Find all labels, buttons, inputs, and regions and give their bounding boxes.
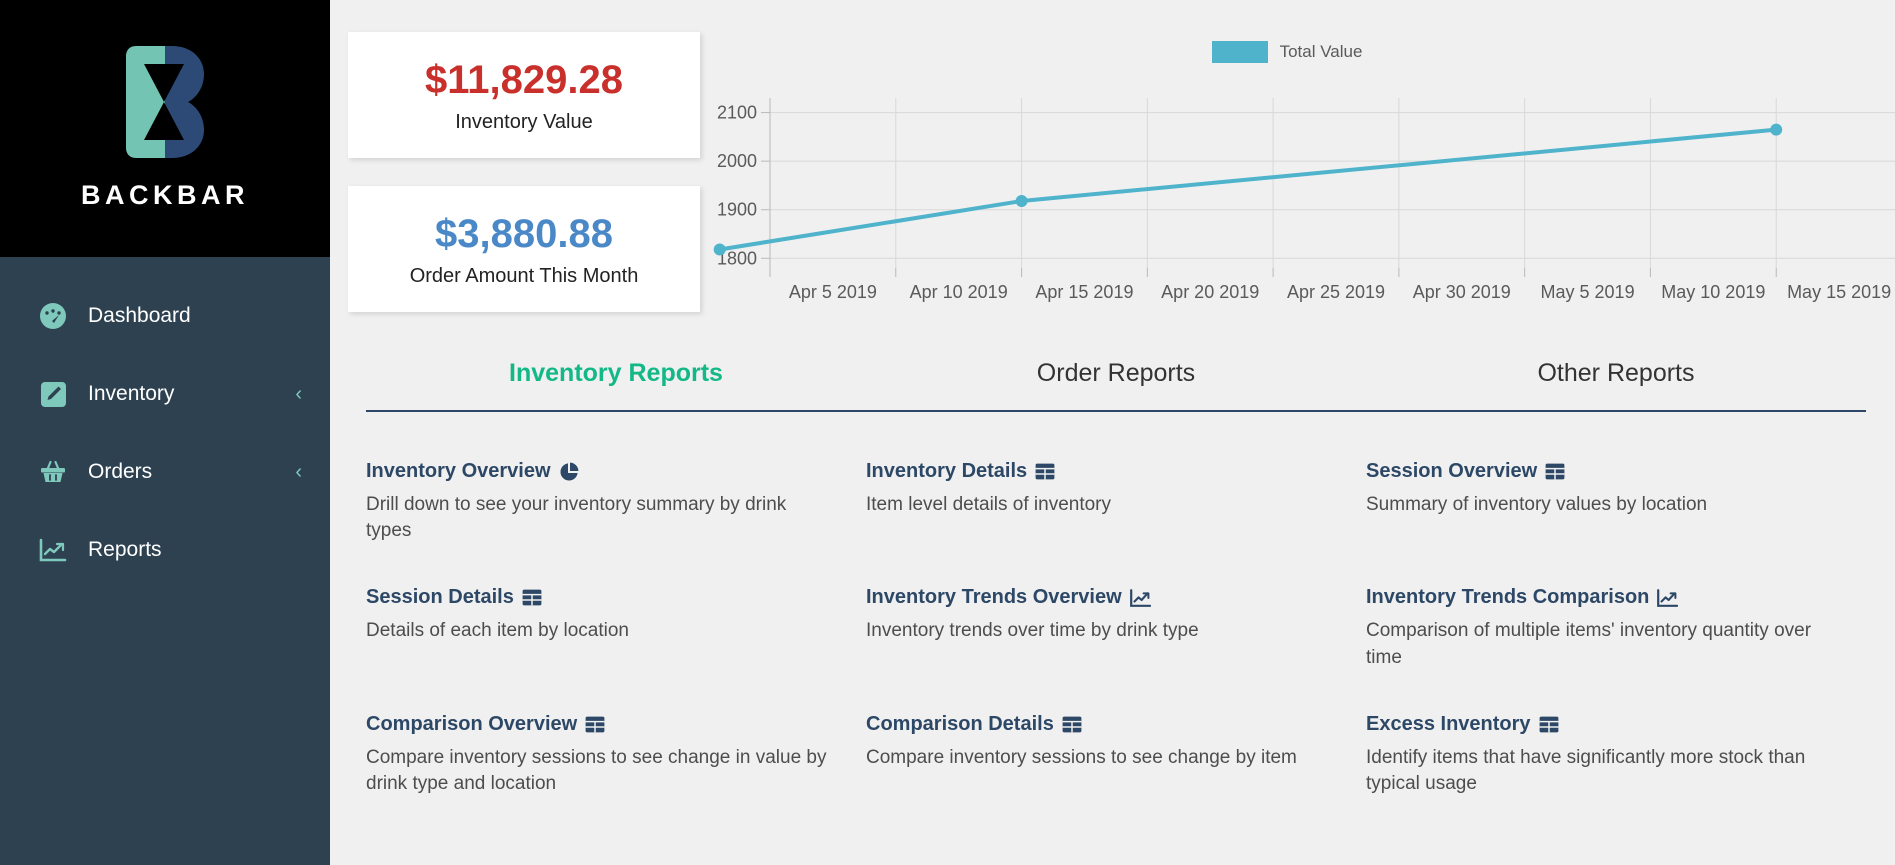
y-axis-tick-label: 2000 [717, 151, 757, 171]
sidebar-nav: Dashboard Inventory ‹ [0, 257, 330, 589]
report-description: Summary of inventory values by location [1366, 492, 1830, 518]
report-title-text: Excess Inventory [1366, 713, 1531, 736]
table-icon [585, 716, 605, 733]
table-icon [522, 589, 542, 606]
tab-inventory-reports[interactable]: Inventory Reports [366, 353, 866, 410]
chart-line-icon [1130, 589, 1151, 607]
brand-header: BACKBAR [0, 0, 330, 257]
report-link[interactable]: Inventory Details [866, 460, 1330, 483]
pencil-square-icon [38, 379, 68, 409]
report-link[interactable]: Excess Inventory [1366, 713, 1830, 736]
report-description: Compare inventory sessions to see change… [866, 745, 1330, 771]
legend-swatch-total-value [1212, 41, 1268, 63]
sidebar-item-label: Inventory [88, 382, 295, 406]
report-title-text: Comparison Overview [366, 713, 577, 736]
chart-line-icon [38, 535, 68, 565]
report-link[interactable]: Inventory Trends Comparison [1366, 586, 1830, 609]
sidebar-item-label: Reports [88, 538, 302, 562]
kpi-card-order-amount: $3,880.88 Order Amount This Month [348, 186, 700, 312]
report-card: Comparison Overview Compare inventory ses… [366, 713, 866, 839]
y-axis-tick-label: 1900 [717, 200, 757, 220]
sidebar-item-dashboard[interactable]: Dashboard [0, 277, 330, 355]
report-title-text: Comparison Details [866, 713, 1054, 736]
chart-plot: 1800190020002100Apr 5 2019Apr 10 2019Apr… [712, 72, 1895, 317]
x-axis-tick-label: May 5 2019 [1541, 282, 1635, 302]
report-description: Drill down to see your inventory summary… [366, 492, 830, 544]
report-card: Comparison Details Compare inventory sess… [866, 713, 1366, 839]
report-title-text: Inventory Trends Overview [866, 586, 1122, 609]
sidebar-item-inventory[interactable]: Inventory ‹ [0, 355, 330, 433]
pie-chart-icon [559, 462, 579, 482]
report-link[interactable]: Inventory Overview [366, 460, 830, 483]
tab-order-reports[interactable]: Order Reports [866, 353, 1366, 410]
report-card: Inventory Details Item level details of i… [866, 460, 1366, 586]
report-description: Compare inventory sessions to see change… [366, 745, 830, 797]
report-card: Session Details Details of each item by l… [366, 586, 866, 712]
report-title-text: Inventory Details [866, 460, 1027, 483]
report-link[interactable]: Comparison Details [866, 713, 1330, 736]
report-tabs: Inventory Reports Order Reports Other Re… [330, 353, 1895, 410]
kpi-value: $11,829.28 [358, 58, 690, 103]
summary-row: $11,829.28 Inventory Value $3,880.88 Ord… [330, 0, 1895, 317]
x-axis-tick-label: Apr 25 2019 [1287, 282, 1385, 302]
chart-data-point[interactable] [714, 244, 726, 256]
kpi-value: $3,880.88 [358, 212, 690, 257]
legend-label-total-value: Total Value [1280, 42, 1363, 62]
report-title-text: Session Details [366, 586, 514, 609]
report-link[interactable]: Session Details [366, 586, 830, 609]
chevron-left-icon[interactable]: ‹ [295, 384, 302, 404]
kpi-label: Order Amount This Month [358, 265, 690, 288]
x-axis-tick-label: Apr 10 2019 [910, 282, 1008, 302]
x-axis-tick-label: Apr 15 2019 [1035, 282, 1133, 302]
kpi-label: Inventory Value [358, 111, 690, 134]
report-title-text: Session Overview [1366, 460, 1537, 483]
report-card: Inventory Overview Drill down to see your… [366, 460, 866, 586]
x-axis-tick-label: May 15 2019 [1787, 282, 1891, 302]
report-description: Inventory trends over time by drink type [866, 618, 1330, 644]
sidebar: BACKBAR Dashboard [0, 0, 330, 865]
sidebar-item-label: Dashboard [88, 304, 302, 328]
sidebar-item-label: Orders [88, 460, 295, 484]
sidebar-item-orders[interactable]: Orders ‹ [0, 433, 330, 511]
report-description: Details of each item by location [366, 618, 830, 644]
report-link[interactable]: Comparison Overview [366, 713, 830, 736]
backbar-logo-icon [126, 46, 204, 158]
table-icon [1062, 716, 1082, 733]
inventory-value-chart: Total Value 1800190020002100Apr 5 2019Ap… [700, 32, 1895, 317]
brand-name: BACKBAR [81, 180, 249, 211]
report-link[interactable]: Inventory Trends Overview [866, 586, 1330, 609]
reports-grid: Inventory Overview Drill down to see your… [330, 412, 1895, 839]
chart-data-point[interactable] [1770, 124, 1782, 136]
kpi-card-inventory-value: $11,829.28 Inventory Value [348, 32, 700, 158]
tachometer-icon [38, 301, 68, 331]
chart-line-icon [1657, 589, 1678, 607]
table-icon [1539, 716, 1559, 733]
report-card: Session Overview Summary of inventory val… [1366, 460, 1866, 586]
x-axis-tick-label: May 10 2019 [1661, 282, 1765, 302]
report-title-text: Inventory Overview [366, 460, 551, 483]
main-content: $11,829.28 Inventory Value $3,880.88 Ord… [330, 0, 1895, 865]
report-title-text: Inventory Trends Comparison [1366, 586, 1649, 609]
x-axis-tick-label: Apr 30 2019 [1413, 282, 1511, 302]
basket-icon [38, 457, 68, 487]
x-axis-tick-label: Apr 20 2019 [1161, 282, 1259, 302]
sidebar-item-reports[interactable]: Reports [0, 511, 330, 589]
tab-other-reports[interactable]: Other Reports [1366, 353, 1866, 410]
report-description: Identify items that have significantly m… [1366, 745, 1830, 797]
chevron-left-icon[interactable]: ‹ [295, 462, 302, 482]
app-root: BACKBAR Dashboard [0, 0, 1895, 865]
report-card: Inventory Trends Comparison Comparison of… [1366, 586, 1866, 712]
chart-data-point[interactable] [1016, 195, 1028, 207]
table-icon [1545, 463, 1565, 480]
kpi-cards: $11,829.28 Inventory Value $3,880.88 Ord… [348, 32, 700, 317]
report-description: Item level details of inventory [866, 492, 1330, 518]
chart-legend: Total Value [712, 32, 1895, 72]
report-card: Excess Inventory Identify items that have… [1366, 713, 1866, 839]
report-card: Inventory Trends Overview Inventory trend… [866, 586, 1366, 712]
table-icon [1035, 463, 1055, 480]
report-description: Comparison of multiple items' inventory … [1366, 618, 1830, 670]
y-axis-tick-label: 2100 [717, 103, 757, 123]
report-link[interactable]: Session Overview [1366, 460, 1830, 483]
x-axis-tick-label: Apr 5 2019 [789, 282, 877, 302]
